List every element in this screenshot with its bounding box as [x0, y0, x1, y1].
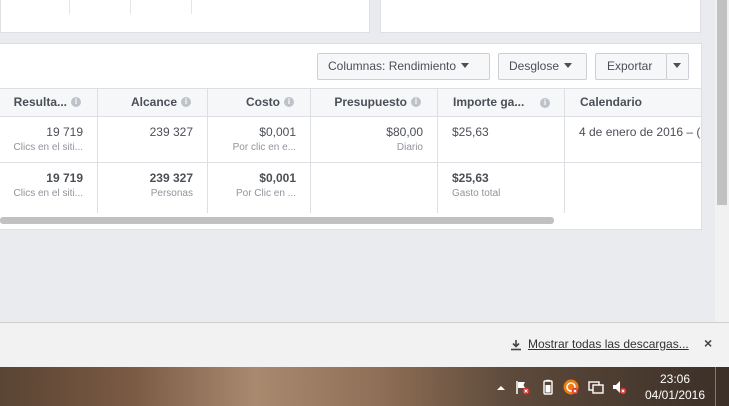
results-total-subtext: Clics en el siti... [13, 188, 83, 199]
results-subtext: Clics en el siti... [13, 142, 83, 153]
divider [191, 0, 192, 14]
column-header-schedule[interactable]: Calendario [565, 89, 701, 116]
vertical-scrollbar-thumb[interactable] [717, 0, 727, 205]
cost-total-subtext: Por Clic en ... [235, 188, 296, 199]
clock-time: 23:06 [659, 372, 691, 386]
columns-dropdown-button[interactable]: Columnas: Rendimiento [317, 53, 490, 80]
header-label: Importe ga... [453, 95, 525, 109]
close-icon[interactable]: × [704, 335, 712, 351]
clock-date: 04/01/2016 [644, 388, 706, 402]
info-icon[interactable]: i [71, 96, 81, 107]
info-icon[interactable]: i [181, 96, 191, 107]
downloads-bar: Mostrar todas las descargas... × [0, 322, 729, 367]
header-label: Resulta... [13, 95, 67, 109]
battery-icon[interactable] [540, 379, 556, 395]
caret-down-icon [673, 63, 681, 69]
cost-subtext: Por clic en e... [232, 142, 296, 153]
export-label: Exportar [607, 59, 653, 73]
reach-total: 239 327 [149, 171, 193, 185]
column-header-amount-spent[interactable]: Importe ga... i [438, 89, 565, 116]
caret-down-icon [564, 63, 573, 69]
schedule-value: 4 de enero de 2016 – ( [579, 125, 701, 139]
info-icon[interactable]: i [284, 96, 294, 107]
export-button[interactable]: Exportar [595, 53, 667, 80]
network-icon[interactable] [588, 379, 604, 395]
reach-value: 239 327 [149, 125, 193, 139]
column-header-cost[interactable]: Costo i [208, 89, 311, 116]
ads-report-panel: Columnas: Rendimiento Desglose Exportar … [0, 43, 702, 230]
results-total: 19 719 [46, 171, 83, 185]
table-row[interactable]: 19 719 Clics en el siti... 239 327 $0,00… [0, 117, 701, 163]
divider [130, 0, 131, 14]
column-header-reach[interactable]: Alcance i [98, 89, 208, 116]
totals-row: 19 719 Clics en el siti... 239 327 Perso… [0, 163, 701, 213]
column-header-budget[interactable]: Presupuesto i [311, 89, 438, 116]
results-value: 19 719 [46, 125, 83, 139]
show-desktop-button[interactable] [715, 367, 729, 406]
cost-total: $0,001 [259, 171, 296, 185]
breakdown-label: Desglose [509, 59, 560, 73]
table-header-row: Resulta... i Alcance i Costo i Presupuesto i… [0, 88, 701, 117]
column-header-results[interactable]: Resulta... i [0, 89, 98, 116]
budget-value[interactable]: $80,00 [386, 125, 423, 139]
amount-spent-total-subtext: Gasto total [452, 188, 501, 199]
show-all-downloads-label: Mostrar todas las descargas... [528, 337, 689, 351]
system-clock[interactable]: 23:06 04/01/2016 [640, 371, 710, 403]
volume-mute-icon[interactable] [611, 379, 627, 395]
amount-spent-total: $25,63 [452, 171, 489, 185]
info-icon[interactable]: i [540, 98, 550, 108]
tray-arrow-icon[interactable] [493, 380, 509, 396]
top-card-right [380, 0, 701, 33]
caret-down-icon [461, 63, 470, 69]
header-label: Costo [246, 95, 280, 109]
columns-label: Columnas: Rendimiento [328, 59, 457, 73]
budget-subtext: Diario [396, 142, 423, 153]
flag-icon[interactable] [514, 379, 530, 395]
info-icon[interactable]: i [411, 96, 421, 107]
download-icon [511, 339, 521, 351]
top-card-left [0, 0, 370, 33]
horizontal-scrollbar-thumb[interactable] [0, 217, 554, 224]
reach-total-subtext: Personas [150, 188, 193, 199]
taskbar: 23:06 04/01/2016 [0, 367, 729, 406]
cost-value: $0,001 [259, 125, 296, 139]
header-label: Calendario [580, 95, 643, 109]
amount-spent-value: $25,63 [452, 125, 489, 139]
breakdown-dropdown-button[interactable]: Desglose [498, 53, 587, 80]
header-label: Alcance [130, 95, 177, 109]
header-label: Presupuesto [334, 95, 407, 109]
export-dropdown-button[interactable] [666, 53, 689, 80]
avast-icon[interactable] [563, 379, 579, 395]
show-all-downloads-link[interactable]: Mostrar todas las descargas... [510, 337, 689, 351]
divider [69, 0, 70, 14]
